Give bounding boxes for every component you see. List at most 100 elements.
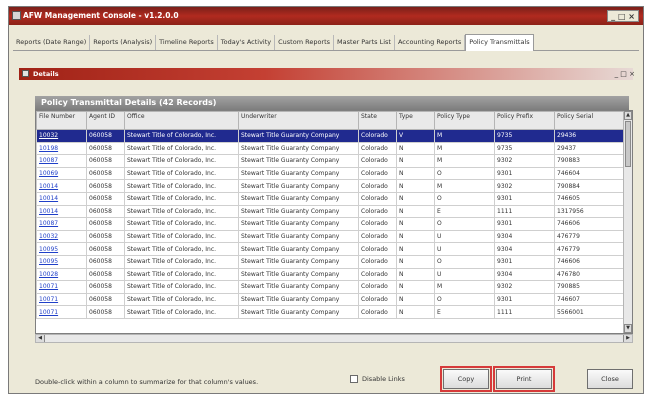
table-cell: 476779 [554, 229, 627, 244]
table-cell: 29437 [554, 141, 627, 156]
table-cell: Stewart Title Guaranty Company [238, 179, 359, 193]
window-title: AFW Management Console - v1.2.0.0 [23, 11, 179, 20]
column-header[interactable]: Office [124, 111, 239, 130]
table-row[interactable]: 10032 060058 Stewart Title of Colorado, In… [36, 129, 627, 143]
file-number-link[interactable]: 10032 [36, 129, 87, 143]
table-cell: Colorado [358, 254, 397, 269]
table-cell: Stewart Title of Colorado, Inc. [124, 292, 239, 307]
table-cell: Colorado [358, 154, 397, 168]
table-cell: N [396, 280, 435, 294]
horizontal-scrollbar[interactable]: ◀ ▶ [35, 334, 633, 343]
table-cell: Stewart Title Guaranty Company [238, 217, 359, 231]
table-cell: 060058 [86, 292, 125, 307]
table-row[interactable]: 10014 060058 Stewart Title of Colorado, In… [36, 179, 627, 193]
column-header[interactable]: Policy Type [434, 111, 495, 130]
table-cell: N [396, 254, 435, 269]
tab-timeline-reports[interactable]: Timeline Reports [156, 35, 218, 50]
table-row[interactable]: 10071 060058 Stewart Title of Colorado, In… [36, 292, 627, 307]
table-cell: Stewart Title of Colorado, Inc. [124, 204, 239, 219]
table-cell: Colorado [358, 204, 397, 219]
vertical-scroll-thumb[interactable] [625, 121, 631, 167]
copy-button[interactable]: Copy [440, 366, 492, 392]
column-header[interactable]: State [358, 111, 397, 130]
table-cell: Stewart Title of Colorado, Inc. [124, 166, 239, 181]
table-row[interactable]: 10071 060058 Stewart Title of Colorado, In… [36, 280, 627, 294]
table-cell: 9302 [494, 280, 555, 294]
tab-todays-activity[interactable]: Today's Activity [218, 35, 276, 50]
vertical-scrollbar[interactable]: ▲ ▼ [623, 111, 632, 333]
scroll-left-icon[interactable]: ◀ [36, 335, 45, 342]
column-header[interactable]: Underwriter [238, 111, 359, 130]
table-cell: N [396, 179, 435, 193]
file-number-link[interactable]: 10071 [36, 280, 87, 294]
column-header[interactable]: Policy Prefix [494, 111, 555, 130]
table-row[interactable]: 10014 060058 Stewart Title of Colorado, In… [36, 204, 627, 219]
table-cell: 746605 [554, 191, 627, 206]
details-window-controls[interactable]: _ □ × [615, 70, 635, 78]
table-cell: N [396, 217, 435, 231]
window-controls[interactable]: _ □ × [607, 10, 639, 22]
table-cell: Stewart Title of Colorado, Inc. [124, 154, 239, 168]
column-header[interactable]: File Number [36, 111, 87, 130]
table-row[interactable]: 10087 060058 Stewart Title of Colorado, In… [36, 154, 627, 168]
report-tabs: Reports (Date Range) Reports (Analysis) … [13, 33, 639, 51]
file-number-link[interactable]: 10087 [36, 217, 87, 231]
file-number-link[interactable]: 10095 [36, 242, 87, 256]
file-number-link[interactable]: 10071 [36, 292, 87, 307]
table-row[interactable]: 10032 060058 Stewart Title of Colorado, In… [36, 229, 627, 244]
file-number-link[interactable]: 10071 [36, 305, 87, 319]
tab-reports-analysis[interactable]: Reports (Analysis) [90, 35, 157, 50]
table-row[interactable]: 10069 060058 Stewart Title of Colorado, In… [36, 166, 627, 181]
policy-grid[interactable]: File Number Agent ID Office Underwriter Stat… [35, 110, 633, 334]
table-cell: 9301 [494, 254, 555, 269]
column-header[interactable]: Type [396, 111, 435, 130]
close-button[interactable]: Close [587, 369, 633, 389]
summarize-hint: Double-click within a column to summariz… [35, 378, 259, 386]
table-cell: Stewart Title of Colorado, Inc. [124, 254, 239, 269]
column-header[interactable]: Agent ID [86, 111, 125, 130]
tab-custom-reports[interactable]: Custom Reports [275, 35, 335, 50]
table-cell: 9735 [494, 129, 555, 143]
window-title-bar[interactable]: AFW Management Console - v1.2.0.0 _ □ × [9, 7, 643, 25]
scroll-right-icon[interactable]: ▶ [623, 335, 632, 342]
file-number-link[interactable]: 10198 [36, 141, 87, 156]
tab-reports-date-range[interactable]: Reports (Date Range) [13, 35, 91, 50]
table-cell: 790885 [554, 280, 627, 294]
tab-policy-transmittals[interactable]: Policy Transmittals [465, 34, 534, 51]
tab-master-parts-list[interactable]: Master Parts List [334, 35, 395, 50]
details-title-bar[interactable]: Details [19, 68, 633, 80]
table-cell: 9302 [494, 154, 555, 168]
table-cell: O [434, 292, 495, 307]
table-cell: U [434, 229, 495, 244]
file-number-link[interactable]: 10032 [36, 229, 87, 244]
file-number-link[interactable]: 10095 [36, 254, 87, 269]
disable-links-checkbox[interactable] [350, 375, 358, 383]
scroll-up-icon[interactable]: ▲ [624, 111, 632, 120]
tab-accounting-reports[interactable]: Accounting Reports [395, 35, 466, 50]
table-cell: 060058 [86, 204, 125, 219]
table-cell: Colorado [358, 166, 397, 181]
table-row[interactable]: 10095 060058 Stewart Title of Colorado, In… [36, 254, 627, 269]
file-number-link[interactable]: 10014 [36, 204, 87, 219]
table-row[interactable]: 10198 060058 Stewart Title of Colorado, In… [36, 141, 627, 156]
table-row[interactable]: 10095 060058 Stewart Title of Colorado, In… [36, 242, 627, 256]
file-number-link[interactable]: 10028 [36, 267, 87, 282]
table-cell: 476780 [554, 267, 627, 282]
file-number-link[interactable]: 10014 [36, 191, 87, 206]
file-number-link[interactable]: 10014 [36, 179, 87, 193]
grid-group-header: Policy Transmittal Details (42 Records) [35, 96, 629, 110]
table-cell: 476779 [554, 242, 627, 256]
column-header[interactable]: Policy Serial [554, 111, 627, 130]
table-cell: 9304 [494, 267, 555, 282]
file-number-link[interactable]: 10087 [36, 154, 87, 168]
file-number-link[interactable]: 10069 [36, 166, 87, 181]
disable-links-toggle[interactable]: Disable Links [350, 375, 405, 383]
table-row[interactable]: 10014 060058 Stewart Title of Colorado, In… [36, 191, 627, 206]
table-cell: Stewart Title Guaranty Company [238, 229, 359, 244]
scroll-down-icon[interactable]: ▼ [624, 324, 632, 333]
table-row[interactable]: 10028 060058 Stewart Title of Colorado, In… [36, 267, 627, 282]
print-button[interactable]: Print [493, 366, 555, 392]
table-row[interactable]: 10087 060058 Stewart Title of Colorado, In… [36, 217, 627, 231]
table-cell: Stewart Title of Colorado, Inc. [124, 179, 239, 193]
table-row[interactable]: 10071 060058 Stewart Title of Colorado, In… [36, 305, 627, 319]
